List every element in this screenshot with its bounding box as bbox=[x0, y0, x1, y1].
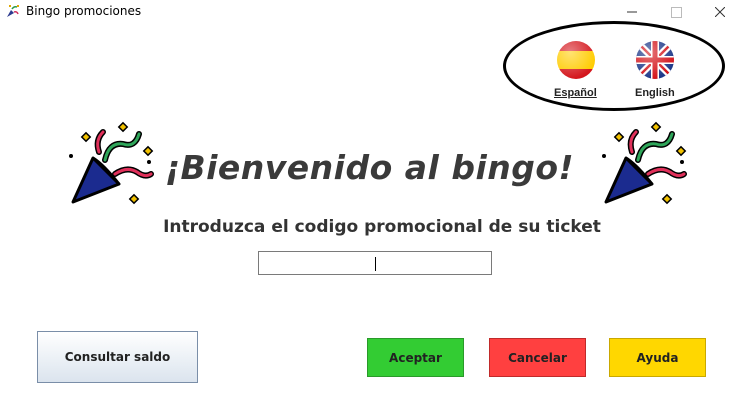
english-label[interactable]: English bbox=[635, 87, 675, 99]
uk-flag-icon bbox=[636, 41, 674, 79]
minimize-icon bbox=[627, 11, 637, 13]
window-title: Bingo promociones bbox=[26, 4, 142, 18]
maximize-button[interactable] bbox=[653, 0, 699, 24]
close-button[interactable] bbox=[697, 0, 739, 24]
ayuda-button[interactable]: Ayuda bbox=[609, 338, 706, 377]
text-caret bbox=[375, 257, 376, 271]
spain-flag-button[interactable] bbox=[557, 41, 595, 79]
maximize-icon bbox=[670, 6, 682, 18]
cancelar-button[interactable]: Cancelar bbox=[489, 338, 586, 377]
spain-flag-icon bbox=[557, 41, 595, 79]
welcome-heading: ¡Bienvenido al bingo! bbox=[164, 148, 575, 187]
language-selector-highlight bbox=[503, 21, 725, 111]
close-icon bbox=[715, 7, 725, 17]
aceptar-button[interactable]: Aceptar bbox=[367, 338, 464, 377]
app-confetti-icon bbox=[7, 5, 19, 17]
uk-flag-button[interactable] bbox=[636, 41, 674, 79]
spanish-label[interactable]: Español bbox=[554, 87, 597, 99]
promo-code-prompt: Introduzca el codigo promocional de su t… bbox=[163, 217, 601, 237]
consultar-saldo-button[interactable]: Consultar saldo bbox=[37, 331, 198, 383]
